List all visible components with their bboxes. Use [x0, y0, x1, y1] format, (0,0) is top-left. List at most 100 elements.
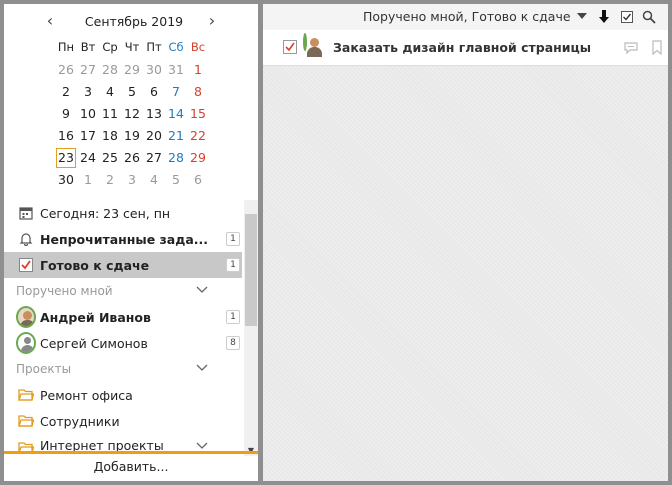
sidebar-scrollbar[interactable]: ▼ — [244, 200, 258, 456]
comment-icon[interactable] — [623, 41, 639, 58]
sidebar-item-ready[interactable]: Готово к сдаче 1 — [4, 252, 242, 278]
add-button[interactable]: Добавить... — [4, 455, 258, 479]
calendar-day[interactable]: 15 — [187, 103, 209, 125]
calendar-day[interactable]: 4 — [99, 81, 121, 103]
calendar-day[interactable]: 6 — [187, 169, 209, 191]
calendar-day[interactable]: 14 — [165, 103, 187, 125]
sidebar-item-project[interactable]: Ремонт офиса — [4, 382, 242, 408]
task-checkbox[interactable] — [283, 40, 297, 54]
person-name: Андрей Иванов — [40, 309, 151, 325]
calendar-day[interactable]: 19 — [121, 125, 143, 147]
calendar-day[interactable]: 2 — [99, 169, 121, 191]
calendar-day[interactable]: 25 — [99, 147, 121, 169]
calendar-day[interactable]: 3 — [77, 81, 99, 103]
calendar-day[interactable]: 5 — [165, 169, 187, 191]
calendar-day[interactable]: 26 — [55, 59, 77, 81]
sidebar-item-today[interactable]: Сегодня: 23 сен, пн — [4, 200, 242, 226]
accent-divider — [4, 451, 258, 454]
calendar-day[interactable]: 1 — [77, 169, 99, 191]
calendar-day[interactable]: 29 — [121, 59, 143, 81]
weekday-label: Чт — [124, 40, 140, 54]
calendar-day[interactable]: 24 — [77, 147, 99, 169]
calendar-month-title: Сентябрь 2019 — [84, 14, 184, 29]
calendar-day[interactable]: 9 — [55, 103, 77, 125]
sidebar-item-person[interactable]: Андрей Иванов 1 — [4, 304, 242, 330]
section-header-projects[interactable]: Проекты — [4, 356, 242, 382]
chevron-down-icon[interactable] — [196, 361, 208, 376]
calendar-day[interactable]: 27 — [143, 147, 165, 169]
calendar-day[interactable]: 29 — [187, 147, 209, 169]
weekday-label: Вс — [190, 40, 206, 54]
next-month-button[interactable]: › — [204, 12, 220, 32]
calendar-week: 30 1 2 3 4 5 6 — [55, 169, 209, 191]
dropdown-arrow-icon — [576, 13, 587, 19]
select-all-checkbox-icon[interactable] — [619, 9, 635, 25]
sort-down-icon[interactable] — [596, 9, 612, 25]
weekday-label: Ср — [102, 40, 118, 54]
calendar-day[interactable]: 8 — [187, 81, 209, 103]
section-title: Проекты — [16, 362, 72, 376]
calendar-header: ‹ Сентябрь 2019 › — [4, 12, 258, 32]
app-window: ‹ Сентябрь 2019 › Пн Вт Ср Чт Пт Сб Вс 2… — [0, 0, 672, 485]
folder-icon — [16, 438, 36, 452]
calendar-day[interactable]: 7 — [165, 81, 187, 103]
calendar-day[interactable]: 28 — [99, 59, 121, 81]
calendar-day[interactable]: 22 — [187, 125, 209, 147]
calendar-day[interactable]: 6 — [143, 81, 165, 103]
filter-dropdown[interactable]: Поручено мной, Готово к сдаче — [363, 9, 587, 24]
sidebar-item-unread[interactable]: Непрочитанные зада... 1 — [4, 226, 242, 252]
bell-icon — [16, 229, 36, 249]
person-name: Сергей Симонов — [40, 335, 148, 351]
left-panel: ‹ Сентябрь 2019 › Пн Вт Ср Чт Пт Сб Вс 2… — [4, 4, 258, 481]
calendar-day[interactable]: 20 — [143, 125, 165, 147]
calendar-icon — [16, 203, 36, 223]
calendar-day[interactable]: 2 — [55, 81, 77, 103]
calendar-day[interactable]: 26 — [121, 147, 143, 169]
sidebar-list: Сегодня: 23 сен, пн Непрочитанные зада..… — [4, 200, 242, 452]
calendar-day[interactable]: 31 — [165, 59, 187, 81]
calendar-day[interactable]: 3 — [121, 169, 143, 191]
calendar-day[interactable]: 18 — [99, 125, 121, 147]
calendar-day[interactable]: 13 — [143, 103, 165, 125]
calendar-day[interactable]: 16 — [55, 125, 77, 147]
calendar-week: 26 27 28 29 30 31 1 — [55, 59, 209, 81]
calendar-weekdays: Пн Вт Ср Чт Пт Сб Вс — [55, 37, 209, 59]
weekday-label: Пн — [57, 40, 75, 54]
calendar-day[interactable]: 30 — [143, 59, 165, 81]
calendar-day[interactable]: 10 — [77, 103, 99, 125]
calendar-day[interactable]: 21 — [165, 125, 187, 147]
folder-icon — [16, 385, 36, 405]
count-badge: 1 — [226, 232, 240, 246]
calendar-day[interactable]: 11 — [99, 103, 121, 125]
calendar-week: 16 17 18 19 20 21 22 — [55, 125, 209, 147]
calendar-day[interactable]: 30 — [55, 169, 77, 191]
weekday-label: Сб — [168, 40, 184, 54]
calendar-day[interactable]: 17 — [77, 125, 99, 147]
calendar-day[interactable]: 12 — [121, 103, 143, 125]
sidebar-item-project[interactable]: Сотрудники — [4, 408, 242, 434]
section-header-assigned[interactable]: Поручено мной — [4, 278, 242, 304]
bookmark-icon[interactable] — [651, 40, 663, 59]
sidebar-item-person[interactable]: Сергей Симонов 8 — [4, 330, 242, 356]
project-name: Сотрудники — [40, 413, 120, 429]
sidebar-item-label: Непрочитанные зада... — [40, 231, 209, 247]
calendar-grid: Пн Вт Ср Чт Пт Сб Вс 26 27 28 29 30 31 1… — [55, 37, 209, 191]
sidebar-item-label: Готово к сдаче — [40, 257, 150, 273]
scrollbar-thumb[interactable] — [245, 214, 257, 326]
chevron-down-icon[interactable] — [196, 283, 208, 298]
calendar-day[interactable]: 27 — [77, 59, 99, 81]
calendar-day[interactable]: 28 — [165, 147, 187, 169]
calendar-week: 2 3 4 5 6 7 8 — [55, 81, 209, 103]
avatar — [303, 33, 322, 57]
task-title: Заказать дизайн главной страницы — [333, 40, 592, 55]
prev-month-button[interactable]: ‹ — [42, 12, 58, 32]
calendar-day[interactable]: 5 — [121, 81, 143, 103]
calendar-day[interactable]: 1 — [187, 59, 209, 81]
task-row[interactable]: Заказать дизайн главной страницы — [263, 30, 668, 66]
search-icon[interactable] — [641, 9, 657, 25]
sidebar-item-project[interactable]: Интернет проекты — [4, 434, 242, 452]
calendar-week: 9 10 11 12 13 14 15 — [55, 103, 209, 125]
calendar-day-today[interactable]: 23 — [55, 147, 77, 169]
task-toolbar: Поручено мной, Готово к сдаче — [263, 4, 668, 30]
calendar-day[interactable]: 4 — [143, 169, 165, 191]
